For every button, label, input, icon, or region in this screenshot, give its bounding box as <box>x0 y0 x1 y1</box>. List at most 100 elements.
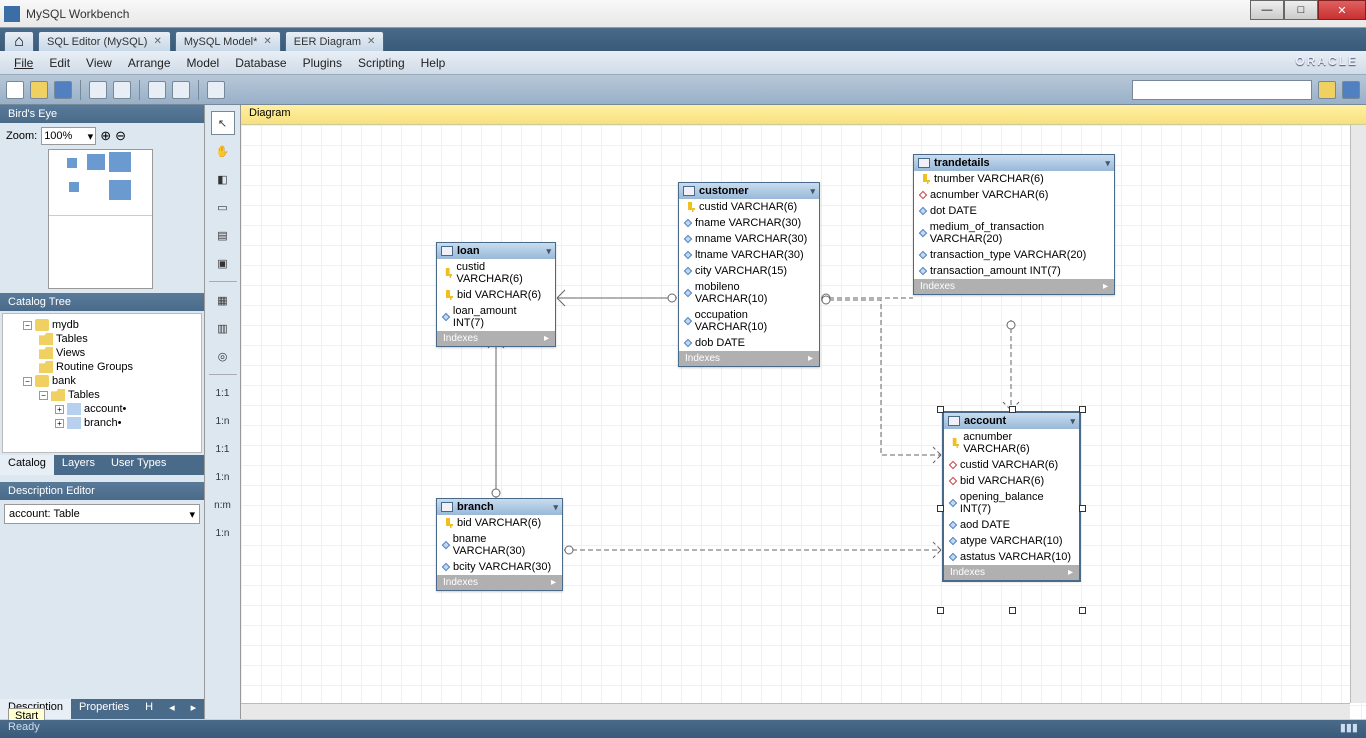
expand-icon[interactable]: + <box>55 419 64 428</box>
menu-scripting[interactable]: Scripting <box>350 54 413 72</box>
rel-n-m[interactable]: n:m <box>211 493 235 517</box>
entity-column[interactable]: loan_amount INT(7) <box>437 303 555 331</box>
chevron-down-icon[interactable]: ▾ <box>810 186 815 197</box>
tree-item-routine-groups[interactable]: Routine Groups <box>9 360 195 374</box>
layer-tool[interactable]: ▭ <box>211 195 235 219</box>
search-input[interactable] <box>1132 80 1312 100</box>
diagram-canvas[interactable]: loan▾ custid VARCHAR(6)bid VARCHAR(6)loa… <box>241 125 1366 719</box>
entity-column[interactable]: transaction_amount INT(7) <box>914 263 1114 279</box>
tree-item-tables[interactable]: Tables <box>9 332 195 346</box>
chevron-down-icon[interactable]: ▾ <box>1105 158 1110 169</box>
rel-1-1-id[interactable]: 1:1 <box>211 437 235 461</box>
tab-sql-editor[interactable]: SQL Editor (MySQL)✕ <box>38 31 171 51</box>
menu-view[interactable]: View <box>78 54 120 72</box>
tab-close-icon[interactable]: ✕ <box>367 36 375 47</box>
menu-arrange[interactable]: Arrange <box>120 54 179 72</box>
search-icon[interactable] <box>1318 81 1336 99</box>
entity-loan[interactable]: loan▾ custid VARCHAR(6)bid VARCHAR(6)loa… <box>436 242 556 347</box>
entity-column[interactable]: city VARCHAR(15) <box>679 263 819 279</box>
scroll-left-icon[interactable]: ◂ <box>161 699 183 719</box>
entity-column[interactable]: tnumber VARCHAR(6) <box>914 171 1114 187</box>
entity-header[interactable]: account▾ <box>944 413 1079 429</box>
tab-close-icon[interactable]: ✕ <box>153 36 161 47</box>
expand-icon[interactable]: + <box>55 405 64 414</box>
entity-column[interactable]: astatus VARCHAR(10) <box>944 549 1079 565</box>
entity-header[interactable]: customer▾ <box>679 183 819 199</box>
selection-handle[interactable] <box>1079 505 1086 512</box>
entity-indexes[interactable]: Indexes▸ <box>437 575 562 590</box>
entity-column[interactable]: bcity VARCHAR(30) <box>437 559 562 575</box>
menu-database[interactable]: Database <box>227 54 294 72</box>
note-tool[interactable]: ▤ <box>211 223 235 247</box>
zoom-in-icon[interactable]: ⊕ <box>100 128 111 144</box>
routine-tool[interactable]: ◎ <box>211 344 235 368</box>
rel-1-n-existing[interactable]: 1:n <box>211 521 235 545</box>
tab-home[interactable]: ⌂ <box>4 31 34 51</box>
description-select[interactable]: account: Table▾ <box>4 504 200 524</box>
tab-layers[interactable]: Layers <box>54 455 103 475</box>
image-tool[interactable]: ▣ <box>211 251 235 275</box>
catalog-tree[interactable]: −mydb Tables Views Routine Groups −bank … <box>2 313 202 453</box>
diagram-tab[interactable]: Diagram <box>241 105 1366 125</box>
menu-help[interactable]: Help <box>413 54 454 72</box>
entity-column[interactable]: acnumber VARCHAR(6) <box>914 187 1114 203</box>
entity-column[interactable]: ltname VARCHAR(30) <box>679 247 819 263</box>
entity-header[interactable]: loan▾ <box>437 243 555 259</box>
vertical-scrollbar[interactable] <box>1350 125 1366 703</box>
align-icon[interactable] <box>172 81 190 99</box>
collapse-icon[interactable]: − <box>23 377 32 386</box>
open-icon[interactable] <box>30 81 48 99</box>
entity-customer[interactable]: customer▾ custid VARCHAR(6)fname VARCHAR… <box>678 182 820 367</box>
entity-column[interactable]: acnumber VARCHAR(6) <box>944 429 1079 457</box>
grid-icon[interactable] <box>148 81 166 99</box>
entity-column[interactable]: bid VARCHAR(6) <box>437 515 562 531</box>
tab-catalog[interactable]: Catalog <box>0 455 54 475</box>
entity-column[interactable]: fname VARCHAR(30) <box>679 215 819 231</box>
settings-icon[interactable] <box>1342 81 1360 99</box>
selection-handle[interactable] <box>1079 406 1086 413</box>
tree-item-branch[interactable]: +branch • <box>9 416 195 430</box>
tab-close-icon[interactable]: ✕ <box>263 36 271 47</box>
rel-1-n-nonid[interactable]: 1:n <box>211 409 235 433</box>
entity-column[interactable]: medium_of_transaction VARCHAR(20) <box>914 219 1114 247</box>
chevron-down-icon[interactable]: ▾ <box>553 502 558 513</box>
entity-trandetails[interactable]: trandetails▾ tnumber VARCHAR(6)acnumber … <box>913 154 1115 295</box>
tab-user-types[interactable]: User Types <box>103 455 174 475</box>
entity-column[interactable]: opening_balance INT(7) <box>944 489 1079 517</box>
entity-column[interactable]: transaction_type VARCHAR(20) <box>914 247 1114 263</box>
entity-column[interactable]: bid VARCHAR(6) <box>944 473 1079 489</box>
view-tool[interactable]: ▥ <box>211 316 235 340</box>
entity-indexes[interactable]: Indexes▸ <box>679 351 819 366</box>
tab-h[interactable]: H <box>137 699 161 719</box>
undo-icon[interactable] <box>89 81 107 99</box>
entity-account[interactable]: account▾ acnumber VARCHAR(6)custid VARCH… <box>943 412 1080 581</box>
entity-column[interactable]: dob DATE <box>679 335 819 351</box>
entity-indexes[interactable]: Indexes▸ <box>437 331 555 346</box>
entity-column[interactable]: mname VARCHAR(30) <box>679 231 819 247</box>
entity-column[interactable]: atype VARCHAR(10) <box>944 533 1079 549</box>
scroll-right-icon[interactable]: ▸ <box>183 699 205 719</box>
entity-column[interactable]: mobileno VARCHAR(10) <box>679 279 819 307</box>
entity-indexes[interactable]: Indexes▸ <box>914 279 1114 294</box>
collapse-icon[interactable]: − <box>39 391 48 400</box>
entity-column[interactable]: dot DATE <box>914 203 1114 219</box>
pointer-tool[interactable]: ↖ <box>211 111 235 135</box>
chevron-down-icon[interactable]: ▾ <box>1070 416 1075 427</box>
minimap[interactable] <box>48 149 153 289</box>
selection-handle[interactable] <box>937 607 944 614</box>
collapse-icon[interactable]: − <box>23 321 32 330</box>
eraser-tool[interactable]: ◧ <box>211 167 235 191</box>
rel-1-1-nonid[interactable]: 1:1 <box>211 381 235 405</box>
selection-handle[interactable] <box>937 505 944 512</box>
menu-file[interactable]: File <box>6 54 41 72</box>
selection-handle[interactable] <box>1009 406 1016 413</box>
tree-item-views[interactable]: Views <box>9 346 195 360</box>
entity-column[interactable]: aod DATE <box>944 517 1079 533</box>
tab-mysql-model[interactable]: MySQL Model*✕ <box>175 31 281 51</box>
chevron-down-icon[interactable]: ▾ <box>546 246 551 257</box>
hand-tool[interactable]: ✋ <box>211 139 235 163</box>
entity-column[interactable]: bid VARCHAR(6) <box>437 287 555 303</box>
table-tool[interactable]: ▦ <box>211 288 235 312</box>
menu-edit[interactable]: Edit <box>41 54 78 72</box>
entity-column[interactable]: bname VARCHAR(30) <box>437 531 562 559</box>
